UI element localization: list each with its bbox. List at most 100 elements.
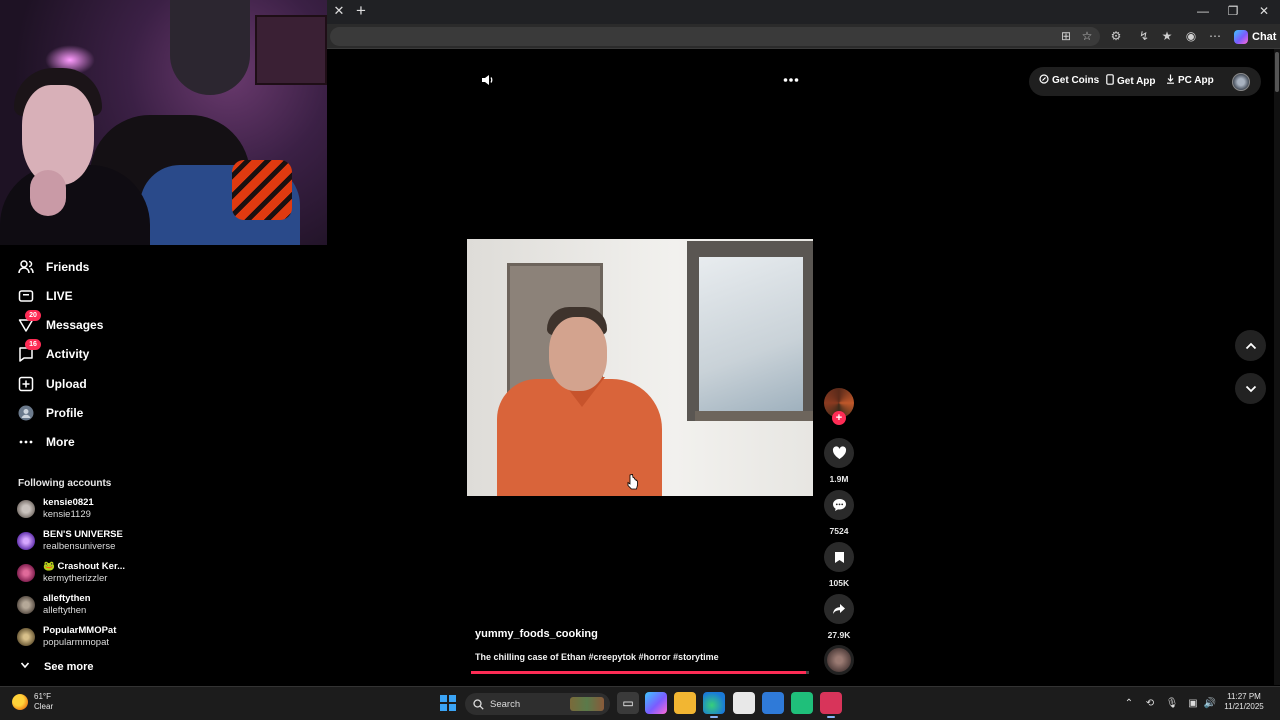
streaming-app-icon[interactable] — [820, 692, 842, 718]
like-count: 1.9M — [829, 474, 849, 484]
following-account[interactable]: alleftythen alleftythen — [17, 592, 177, 618]
upload-icon — [18, 376, 34, 392]
restore-button[interactable]: ❐ — [1218, 2, 1248, 20]
more-options-icon[interactable] — [780, 72, 802, 90]
minimize-button[interactable]: — — [1188, 2, 1218, 20]
sidebar-item-messages[interactable]: 20 Messages — [18, 310, 104, 335]
sidebar-item-friends[interactable]: Friends — [18, 257, 89, 277]
chat-app-icon[interactable] — [791, 692, 813, 714]
sidebar-item-label: Messages — [46, 318, 104, 332]
save-count: 105K — [828, 578, 850, 588]
weather-condition: Clear — [34, 702, 54, 711]
save-button[interactable] — [824, 542, 854, 572]
weather-widget[interactable]: 61°F Clear — [12, 692, 53, 712]
comment-icon — [832, 499, 846, 511]
friends-icon — [18, 259, 34, 275]
account-name: kensie0821 — [43, 497, 94, 508]
weather-icon — [12, 694, 28, 710]
close-tab-icon[interactable]: ✕ — [331, 3, 347, 19]
sidebar-item-upload[interactable]: Upload — [18, 374, 87, 394]
copilot-chat-button[interactable]: Chat — [1232, 28, 1280, 46]
taskbar-clock[interactable]: 11:27 PM 11/21/2025 — [1222, 692, 1266, 712]
sidebar-item-label: More — [46, 435, 75, 449]
app-available-icon[interactable]: ⊞ — [1057, 27, 1075, 45]
previous-video-button[interactable] — [1235, 330, 1266, 361]
messages-icon: 20 — [18, 310, 41, 333]
copilot-app-icon[interactable] — [645, 692, 667, 714]
microsoft-store-icon[interactable] — [733, 692, 755, 714]
get-app-button[interactable]: Get App — [1106, 74, 1156, 88]
following-account[interactable]: kensie0821 kensie1129 — [17, 496, 177, 522]
settings-more-icon[interactable]: ⋯ — [1206, 27, 1224, 45]
get-app-label: Get App — [1117, 75, 1156, 87]
sound-disc[interactable] — [824, 645, 854, 675]
copilot-label: Chat — [1252, 31, 1277, 43]
pc-app-label: PC App — [1178, 75, 1214, 86]
avatar — [17, 500, 35, 518]
favorites-icon[interactable]: ★ — [1158, 27, 1176, 45]
search-highlight-image — [570, 697, 604, 711]
profile-avatar-icon[interactable]: ◉ — [1182, 27, 1200, 45]
video-progress-bar[interactable] — [471, 671, 809, 674]
account-name: alleftythen — [43, 593, 91, 604]
get-coins-label: Get Coins — [1052, 75, 1100, 86]
video-progress-fill — [471, 671, 806, 674]
temperature: 61°F — [34, 692, 51, 701]
photos-app-icon[interactable] — [762, 692, 784, 714]
taskbar-search[interactable]: Search — [465, 693, 610, 715]
comment-count: 7524 — [829, 526, 849, 536]
video-player[interactable] — [467, 239, 813, 496]
scrollbar-thumb[interactable] — [1275, 52, 1279, 92]
mouse-cursor-icon — [627, 474, 638, 490]
tray-sync-icon[interactable]: ⟲ — [1143, 697, 1157, 711]
coin-icon — [1039, 74, 1049, 87]
address-bar[interactable] — [330, 27, 1100, 46]
page-scrollbar[interactable] — [1274, 49, 1280, 685]
get-coins-button[interactable]: Get Coins — [1039, 74, 1099, 87]
user-avatar[interactable] — [1232, 73, 1250, 91]
tray-overflow-icon[interactable]: ⌃ — [1122, 697, 1136, 711]
favorite-star-icon[interactable]: ☆ — [1078, 27, 1096, 45]
network-icon[interactable]: ▣ — [1186, 697, 1200, 711]
sidebar-item-profile[interactable]: Profile — [18, 403, 83, 423]
live-icon — [18, 288, 34, 304]
following-account[interactable]: 🐸 Crashout Ker... kermytherizzler — [17, 560, 177, 586]
next-video-button[interactable] — [1235, 373, 1266, 404]
search-icon — [473, 698, 484, 710]
extensions-icon[interactable]: ⚙ — [1107, 27, 1125, 45]
following-account[interactable]: PopularMMOPat popularmmopat — [17, 624, 177, 650]
clock-date: 11/21/2025 — [1224, 702, 1264, 711]
sidebar-item-more[interactable]: More — [18, 432, 75, 452]
avatar — [17, 564, 35, 582]
sidebar-item-live[interactable]: LIVE — [18, 286, 73, 306]
windows-start-button[interactable] — [440, 695, 456, 711]
activity-badge: 16 — [25, 339, 41, 350]
video-author[interactable]: yummy_foods_cooking — [475, 628, 598, 640]
share-button[interactable] — [824, 594, 854, 624]
see-more-button[interactable]: See more — [20, 660, 94, 673]
sidebar-item-label: Profile — [46, 406, 84, 420]
copilot-icon — [1234, 30, 1248, 44]
volume-icon[interactable] — [479, 73, 497, 91]
pc-app-button[interactable]: PC App — [1166, 74, 1214, 87]
windows-taskbar — [0, 686, 1280, 720]
speaker-icon[interactable]: 🔊 — [1203, 697, 1217, 711]
comment-button[interactable] — [824, 490, 854, 520]
extension-icon[interactable]: ↯ — [1135, 27, 1153, 45]
close-window-button[interactable]: ✕ — [1249, 2, 1279, 20]
share-count: 27.9K — [827, 630, 851, 640]
task-view-icon[interactable]: ▭ — [617, 692, 639, 714]
microphone-icon[interactable]: 🎙 — [1165, 697, 1179, 711]
following-account[interactable]: BEN'S UNIVERSE realbensuniverse — [17, 528, 177, 554]
like-button[interactable] — [824, 438, 854, 468]
edge-browser-icon[interactable] — [703, 692, 725, 718]
new-tab-button[interactable]: + — [352, 2, 370, 20]
follow-button[interactable]: + — [832, 411, 846, 425]
account-username: kermytherizzler — [43, 573, 108, 584]
profile-icon — [18, 405, 34, 421]
sidebar-item-activity[interactable]: 16 Activity — [18, 339, 90, 364]
phone-icon — [1106, 74, 1114, 88]
clock-time: 11:27 PM — [1227, 692, 1261, 701]
sidebar-item-label: Activity — [46, 347, 90, 361]
file-explorer-icon[interactable] — [674, 692, 696, 714]
